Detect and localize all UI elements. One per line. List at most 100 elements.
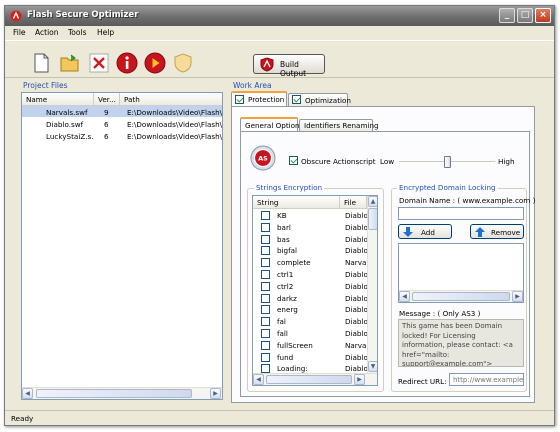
menu-action[interactable]: Action <box>35 28 59 37</box>
scroll-down-arrow[interactable]: ▼ <box>368 361 377 372</box>
string-value: energ <box>277 305 298 315</box>
domain-list[interactable]: ◀ ▶ <box>398 243 524 303</box>
domain-name-input[interactable] <box>398 207 524 220</box>
remove-label: Remove <box>491 228 521 237</box>
open-folder-icon[interactable] <box>58 51 82 75</box>
col-header-string[interactable]: String <box>253 196 340 209</box>
as3-logo-icon: AS <box>250 145 276 171</box>
scroll-thumb[interactable] <box>266 375 352 384</box>
tab-general-options[interactable]: General Options <box>240 117 303 131</box>
menu-help[interactable]: Help <box>97 28 114 37</box>
arrow-down-icon <box>403 227 413 237</box>
high-label: High <box>498 157 515 166</box>
string-checkbox[interactable] <box>261 293 270 303</box>
info-icon[interactable] <box>115 51 139 75</box>
low-label: Low <box>380 157 395 166</box>
message-textarea[interactable]: This game has been Domain locked! For Li… <box>398 319 524 367</box>
horizontal-scrollbar[interactable]: ◀ ▶ <box>22 387 222 399</box>
menu-tools[interactable]: Tools <box>68 28 86 37</box>
title-bar[interactable]: Flash Secure Optimizer _ □ × <box>5 6 554 26</box>
string-file: Diablo <box>345 211 367 220</box>
col-header-version[interactable]: Ver... <box>94 93 120 106</box>
tab-identifiers-renaming-label: Identifiers Renaming <box>304 121 379 130</box>
message-label: Message : ( Only AS3 ) <box>399 309 481 318</box>
file-version: 6 <box>104 132 109 141</box>
col-header-path[interactable]: Path <box>120 93 222 106</box>
string-checkbox[interactable] <box>261 270 270 279</box>
string-file: Diablo <box>345 329 367 338</box>
scroll-right-arrow[interactable]: ▶ <box>512 291 523 302</box>
col-header-file[interactable]: File <box>340 196 367 209</box>
project-files-title: Project Files <box>23 81 68 90</box>
string-checkbox[interactable] <box>261 211 270 220</box>
strings-encryption-title: Strings Encryption <box>254 183 325 192</box>
tab-optimization[interactable]: Optimization <box>288 93 351 106</box>
file-path: E:\Downloads\Video\Flash\ <box>127 120 222 129</box>
add-domain-button[interactable]: Add <box>398 224 452 239</box>
string-file: Diablo <box>345 234 367 244</box>
file-name: Diablo.swf <box>46 120 84 129</box>
scroll-thumb[interactable] <box>412 292 510 301</box>
toolbar: Build Output <box>5 40 554 78</box>
tab-general-options-label: General Options <box>245 121 304 130</box>
optimization-checkbox[interactable] <box>292 95 301 104</box>
scroll-left-arrow[interactable]: ◀ <box>399 291 410 302</box>
svg-text:AS: AS <box>258 155 268 163</box>
string-checkbox[interactable] <box>261 222 270 232</box>
menu-bar: File Action Tools Help <box>5 26 554 40</box>
string-value: barl <box>277 222 291 232</box>
slider-thumb[interactable] <box>444 156 451 168</box>
arrow-up-icon <box>475 227 485 237</box>
remove-file-icon[interactable] <box>87 51 111 75</box>
string-checkbox[interactable] <box>261 352 270 362</box>
string-checkbox[interactable] <box>261 246 270 256</box>
string-checkbox[interactable] <box>261 281 270 291</box>
scroll-left-arrow[interactable]: ◀ <box>22 388 33 399</box>
minimize-button[interactable]: _ <box>499 8 515 23</box>
build-output-label: Build Output <box>280 60 307 78</box>
protection-checkbox[interactable] <box>235 95 244 104</box>
string-checkbox[interactable] <box>261 317 270 327</box>
tab-identifiers-renaming[interactable]: Identifiers Renaming <box>299 119 379 131</box>
string-value: KB <box>277 211 287 220</box>
file-path: E:\Downloads\Video\Flash\ <box>127 132 222 141</box>
redirect-url-input[interactable]: http://www.example.com <box>449 373 524 386</box>
strings-vertical-scrollbar[interactable]: ▲ ▼ <box>367 196 377 373</box>
obscure-level-slider[interactable] <box>399 156 495 168</box>
scroll-up-arrow[interactable]: ▲ <box>368 196 377 207</box>
strings-horizontal-scrollbar[interactable]: ◀ ▶ <box>253 373 377 385</box>
string-checkbox[interactable] <box>261 329 270 338</box>
maximize-button[interactable]: □ <box>517 8 533 23</box>
string-checkbox[interactable] <box>261 258 270 268</box>
remove-domain-button[interactable]: Remove <box>470 224 524 239</box>
scroll-thumb[interactable] <box>368 208 377 230</box>
play-icon[interactable] <box>143 51 167 75</box>
build-output-button[interactable]: Build Output <box>253 54 325 78</box>
scroll-right-arrow[interactable]: ▶ <box>354 374 365 385</box>
string-file: Diablo <box>345 270 367 279</box>
general-options-page: AS Obscure Actionscript Low High Strings… <box>240 131 535 397</box>
string-value: bigfal <box>277 246 298 256</box>
tab-protection[interactable]: Protection <box>231 91 287 106</box>
obscure-actionscript-label: Obscure Actionscript <box>301 157 376 166</box>
project-files-list[interactable]: Name Ver... Path Narvals.swf 9 E:\Downlo… <box>21 92 223 400</box>
scroll-right-arrow[interactable]: ▶ <box>210 388 221 399</box>
shield-icon[interactable] <box>171 51 195 75</box>
string-value: complete <box>277 258 311 268</box>
obscure-actionscript-checkbox[interactable] <box>289 156 298 165</box>
domain-locking-title: Encrypted Domain Locking <box>397 183 498 192</box>
string-file: Diablo <box>345 305 367 315</box>
new-file-icon[interactable] <box>29 51 53 75</box>
domain-list-scrollbar[interactable]: ◀ ▶ <box>399 290 523 302</box>
strings-list[interactable]: String File KB Diablo barl Diablo bas Diablo b… <box>252 195 378 386</box>
string-checkbox[interactable] <box>261 340 270 350</box>
string-checkbox[interactable] <box>261 234 270 244</box>
string-file: Diablo <box>345 352 367 362</box>
tab-optimization-label: Optimization <box>305 96 351 105</box>
string-checkbox[interactable] <box>261 305 270 315</box>
col-header-name[interactable]: Name <box>22 93 94 106</box>
menu-file[interactable]: File <box>13 28 26 37</box>
close-button[interactable]: × <box>535 8 551 23</box>
scroll-left-arrow[interactable]: ◀ <box>253 374 264 385</box>
scroll-thumb[interactable] <box>36 389 192 398</box>
